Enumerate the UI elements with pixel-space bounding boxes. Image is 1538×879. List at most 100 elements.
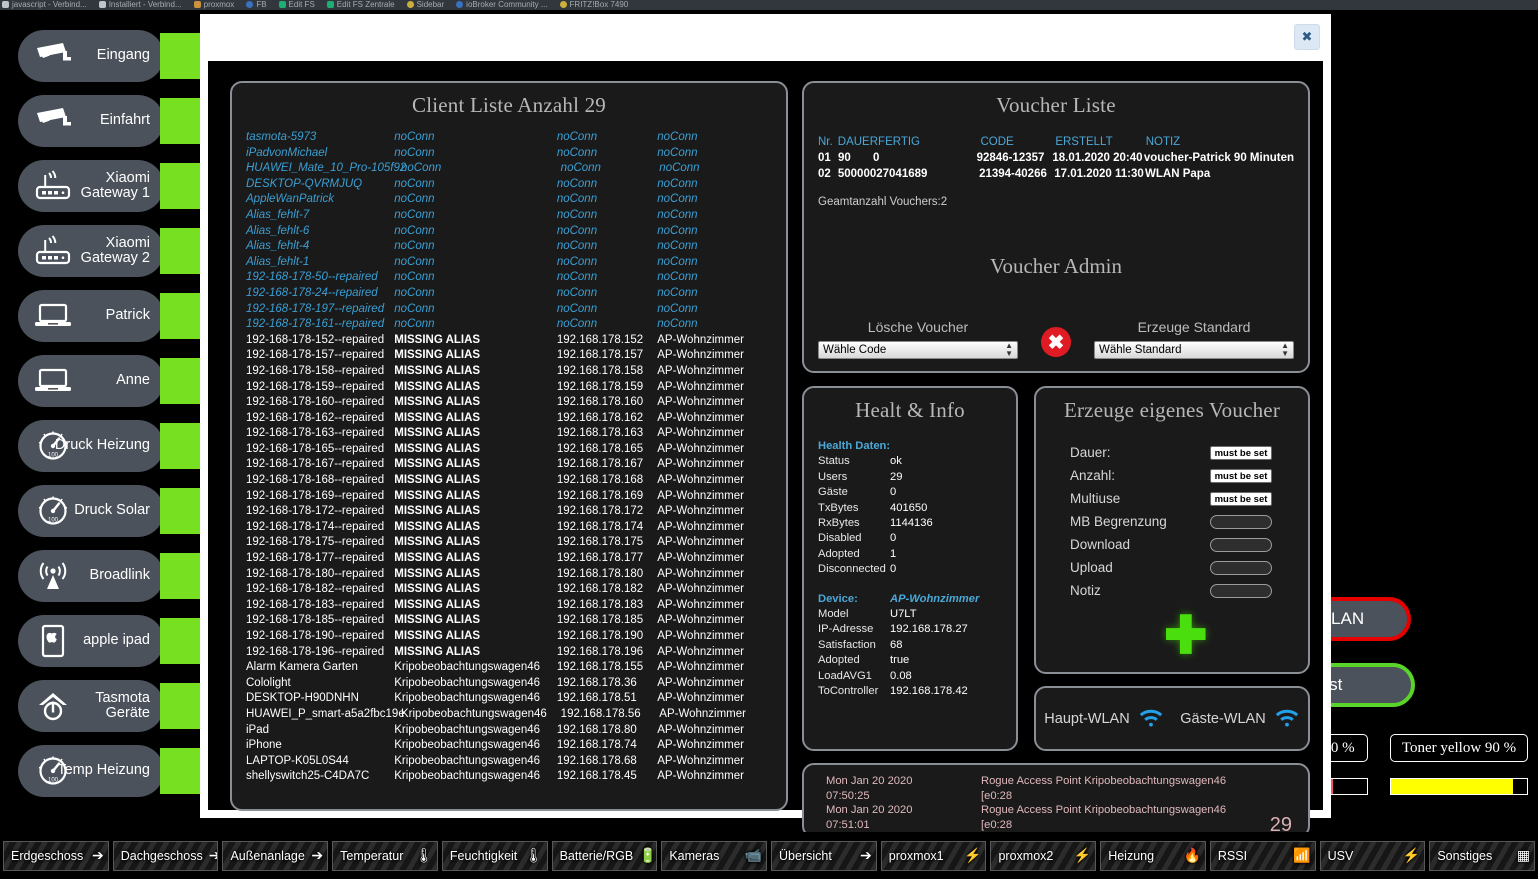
client-row[interactable]: 192-168-178-183--repaired MISSING ALIAS 19… — [246, 598, 772, 614]
taskbar-item-heizung[interactable]: Heizung 🔥 — [1100, 840, 1206, 871]
client-row[interactable]: 192-168-178-169--repaired MISSING ALIAS 19… — [246, 489, 772, 505]
taskbar-item-temperatur[interactable]: Temperatur 🌡 — [332, 840, 438, 871]
sidebar-item-xiaomi-gateway-2[interactable]: Xiaomi Gateway 2 — [0, 219, 206, 284]
client-row[interactable]: 192-168-178-162--repaired MISSING ALIAS 19… — [246, 411, 772, 427]
client-row[interactable]: 192-168-178-152--repaired MISSING ALIAS 19… — [246, 333, 772, 349]
client-row[interactable]: DESKTOP-H90DNHN Kripobeobachtungswagen46 1… — [246, 691, 772, 707]
client-row[interactable]: 192-168-178-190--repaired MISSING ALIAS 19… — [246, 629, 772, 645]
field-input[interactable] — [1210, 537, 1272, 552]
voucher-row[interactable]: 02 500000 27041689 21394-40266 17.01.2020 11… — [818, 166, 1294, 182]
client-row[interactable]: 192-168-178-161--repaired noConn noConn noC… — [246, 317, 772, 333]
browser-tab-5[interactable]: Edit FS Zentrale — [325, 0, 405, 10]
sidebar-item-button[interactable]: 100 Druck Solar — [18, 485, 164, 537]
taskbar-item-kameras[interactable]: Kameras 📹 — [661, 840, 768, 871]
sidebar-item-button[interactable]: Einfahrt — [18, 95, 164, 147]
taskbar-item--bersicht[interactable]: Übersicht ➔ — [771, 840, 877, 871]
client-row[interactable]: 192-168-178-168--repaired MISSING ALIAS 19… — [246, 473, 772, 489]
client-row[interactable]: 192-168-178-174--repaired MISSING ALIAS 19… — [246, 520, 772, 536]
field-input[interactable]: must be set — [1210, 491, 1272, 506]
client-row[interactable]: Alias_fehlt-1 noConn noConn noConn — [246, 255, 772, 271]
client-row[interactable]: Alias_fehlt-7 noConn noConn noConn — [246, 208, 772, 224]
client-row[interactable]: 192-168-178-50--repaired noConn noConn noCo… — [246, 270, 772, 286]
browser-tab-8[interactable]: FRITZ!Box 7490 — [558, 0, 639, 10]
sidebar-item-button[interactable]: Anne — [18, 355, 164, 407]
taskbar-item-rssi[interactable]: RSSI 📶 — [1209, 840, 1316, 871]
taskbar-item-feuchtigkeit[interactable]: Feuchtigkeit 🌡 — [441, 840, 548, 871]
sidebar-item-button[interactable]: Broadlink — [18, 550, 164, 602]
plus-icon[interactable]: ✚ — [1164, 610, 1208, 662]
voucher-row[interactable]: 01 90 0 92846-12357 18.01.2020 20:40 voucher-… — [818, 150, 1294, 166]
client-row[interactable]: 192-168-178-175--repaired MISSING ALIAS 19… — [246, 535, 772, 551]
taskbar-item-proxmox2[interactable]: proxmox2 ⚡ — [990, 840, 1097, 871]
sidebar-item-button[interactable]: Patrick — [18, 290, 164, 342]
sidebar-item-druck-heizung[interactable]: 100 Druck Heizung — [0, 414, 206, 479]
client-row[interactable]: 192-168-178-177--repaired MISSING ALIAS 19… — [246, 551, 772, 567]
delete-voucher-select[interactable]: Wähle Code ▲ ▼ — [818, 341, 1018, 359]
sidebar-item-button[interactable]: Eingang — [18, 30, 164, 82]
client-row[interactable]: 192-168-178-180--repaired MISSING ALIAS 19… — [246, 567, 772, 583]
client-row[interactable]: 192-168-178-165--repaired MISSING ALIAS 19… — [246, 442, 772, 458]
client-row[interactable]: tasmota-5973 noConn noConn noConn — [246, 130, 772, 146]
client-row[interactable]: 192-168-178-182--repaired MISSING ALIAS 19… — [246, 582, 772, 598]
client-row[interactable]: iPad Kripobeobachtungswagen46 192.168.178.… — [246, 723, 772, 739]
field-input[interactable] — [1210, 514, 1272, 529]
client-row[interactable]: 192-168-178-172--repaired MISSING ALIAS 19… — [246, 504, 772, 520]
client-row[interactable]: 192-168-178-196--repaired MISSING ALIAS 19… — [246, 645, 772, 661]
client-row[interactable]: shellyswitch25-C4DA7C Kripobeobachtungswa… — [246, 769, 772, 785]
create-standard-select[interactable]: Wähle Standard ▲ ▼ — [1094, 341, 1294, 359]
taskbar-item-usv[interactable]: USV ⚡ — [1319, 840, 1426, 871]
taskbar-item-au-enanlage[interactable]: Außenanlage ➔ — [222, 840, 329, 871]
sidebar-item-button[interactable]: Tasmota Geräte — [18, 680, 164, 732]
field-input[interactable]: must be set — [1210, 468, 1272, 483]
sidebar-item-temp-heizung[interactable]: 100 Temp Heizung — [0, 739, 206, 804]
delete-voucher-button[interactable]: ✖ — [1041, 327, 1071, 357]
browser-tab-2[interactable]: proxmox — [192, 0, 245, 10]
sidebar-item-anne[interactable]: Anne — [0, 349, 206, 414]
sidebar-item-xiaomi-gateway-1[interactable]: Xiaomi Gateway 1 — [0, 154, 206, 219]
browser-tab-6[interactable]: Sidebar — [405, 0, 455, 10]
client-row[interactable]: 192-168-178-167--repaired MISSING ALIAS 19… — [246, 457, 772, 473]
browser-tab-1[interactable]: Installiert - Verbind... — [97, 0, 192, 10]
close-icon[interactable]: ✖ — [1294, 24, 1320, 50]
client-row[interactable]: HUAWEI_Mate_10_Pro-105f92 noConn noConn noC… — [246, 161, 772, 177]
sidebar-item-patrick[interactable]: Patrick — [0, 284, 206, 349]
browser-tab-7[interactable]: ioBroker Community ... — [454, 0, 557, 10]
sidebar-item-eingang[interactable]: Eingang — [0, 24, 206, 89]
client-row[interactable]: 192-168-178-159--repaired MISSING ALIAS 19… — [246, 380, 772, 396]
client-row[interactable]: Alias_fehlt-4 noConn noConn noConn — [246, 239, 772, 255]
client-row[interactable]: Alarm Kamera Garten Kripobeobachtungswage… — [246, 660, 772, 676]
client-row[interactable]: 192-168-178-24--repaired noConn noConn noCo… — [246, 286, 772, 302]
taskbar-item-erdgeschoss[interactable]: Erdgeschoss ➔ — [3, 840, 109, 871]
sidebar-item-button[interactable]: 100 Temp Heizung — [18, 745, 164, 797]
client-row[interactable]: 192-168-178-160--repaired MISSING ALIAS 19… — [246, 395, 772, 411]
client-row[interactable]: DESKTOP-QVRMJUQ noConn noConn noConn — [246, 177, 772, 193]
client-row[interactable]: AppleWanPatrick noConn noConn noConn — [246, 192, 772, 208]
client-row[interactable]: iPhone Kripobeobachtungswagen46 192.168.17… — [246, 738, 772, 754]
gaeste-wlan-toggle[interactable]: Gäste-WLAN — [1180, 709, 1299, 729]
sidebar-item-tasmota-geräte[interactable]: Tasmota Geräte — [0, 674, 206, 739]
client-row[interactable]: HUAWEI_P_smart-a5a2fbc19e Kripobeobachtun… — [246, 707, 772, 723]
client-row[interactable]: iPadvonMichael noConn noConn noConn — [246, 146, 772, 162]
client-row[interactable]: Cololight Kripobeobachtungswagen46 192.168… — [246, 676, 772, 692]
taskbar-item-sonstiges[interactable]: Sonstiges ▦ — [1429, 840, 1536, 871]
taskbar-item-batterie-rgb[interactable]: Batterie/RGB 🔋 — [551, 840, 658, 871]
haupt-wlan-toggle[interactable]: Haupt-WLAN — [1044, 709, 1163, 729]
client-row[interactable]: 192-168-178-185--repaired MISSING ALIAS 19… — [246, 613, 772, 629]
client-row[interactable]: 192-168-178-163--repaired MISSING ALIAS 19… — [246, 426, 772, 442]
sidebar-item-apple-ipad[interactable]: apple ipad — [0, 609, 206, 674]
client-row[interactable]: Alias_fehlt-6 noConn noConn noConn — [246, 224, 772, 240]
taskbar-item-dachgeschoss[interactable]: Dachgeschoss➔ — [112, 840, 219, 871]
client-row[interactable]: 192-168-178-157--repaired MISSING ALIAS 19… — [246, 348, 772, 364]
client-row[interactable]: LAPTOP-K05L0S44 Kripobeobachtungswagen46 1… — [246, 754, 772, 770]
field-input[interactable] — [1210, 560, 1272, 575]
browser-tab-3[interactable]: FB — [244, 0, 276, 10]
client-row[interactable]: 192-168-178-197--repaired noConn noConn noC… — [246, 302, 772, 318]
field-input[interactable]: must be set — [1210, 445, 1272, 460]
sidebar-item-einfahrt[interactable]: Einfahrt — [0, 89, 206, 154]
taskbar-item-proxmox1[interactable]: proxmox1 ⚡ — [880, 840, 987, 871]
client-row[interactable]: 192-168-178-158--repaired MISSING ALIAS 19… — [246, 364, 772, 380]
sidebar-item-button[interactable]: 100 Druck Heizung — [18, 420, 164, 472]
sidebar-item-button[interactable]: apple ipad — [18, 615, 164, 667]
field-input[interactable] — [1210, 583, 1272, 598]
sidebar-item-button[interactable]: Xiaomi Gateway 1 — [18, 160, 164, 212]
